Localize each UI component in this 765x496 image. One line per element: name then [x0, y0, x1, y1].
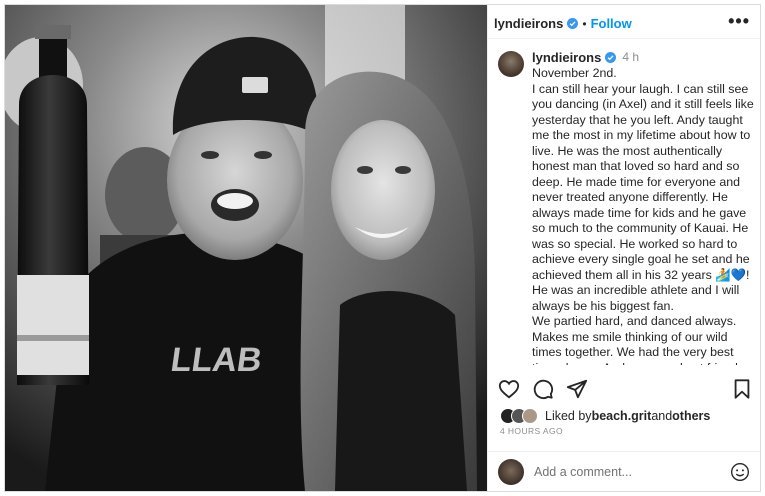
- caption-time[interactable]: 4 h: [622, 50, 639, 64]
- likes-summary: Liked by beach.grit and others: [500, 407, 710, 425]
- post-caption: lyndieirons 4 h November 2nd. I can stil…: [498, 49, 756, 365]
- caption-header: lyndieirons 4 h: [532, 49, 756, 65]
- instagram-post: LLAB lyndieirons • Follow ••• lyndieiron…: [4, 4, 761, 492]
- likes-user-link[interactable]: beach.grit: [592, 409, 652, 423]
- action-bar: [498, 375, 753, 403]
- header-username[interactable]: lyndieirons: [494, 16, 563, 31]
- caption-username[interactable]: lyndieirons: [532, 50, 601, 65]
- liker-avatars[interactable]: [500, 408, 538, 424]
- liker-avatar[interactable]: [522, 408, 538, 424]
- heart-icon[interactable]: [498, 378, 520, 400]
- likes-others-link[interactable]: others: [672, 409, 710, 423]
- verified-badge-icon: [567, 18, 579, 29]
- likes-prefix: Liked by: [545, 409, 592, 423]
- caption-text: November 2nd. I can still hear your laug…: [532, 66, 754, 365]
- post-timestamp[interactable]: 4 HOURS AGO: [500, 426, 563, 436]
- more-options-icon[interactable]: •••: [728, 12, 750, 32]
- caption-body: lyndieirons 4 h November 2nd. I can stil…: [532, 49, 756, 366]
- comment-icon[interactable]: [532, 378, 554, 400]
- shirt-text: LLAB: [168, 341, 264, 379]
- post-photo[interactable]: LLAB: [5, 5, 487, 491]
- post-header: lyndieirons • Follow •••: [488, 9, 760, 39]
- likes-and: and: [651, 409, 673, 423]
- bookmark-icon[interactable]: [731, 378, 753, 400]
- comment-input[interactable]: [534, 464, 714, 479]
- post-sidebar: lyndieirons • Follow ••• lyndieirons 4 h: [487, 5, 760, 491]
- avatar[interactable]: [498, 51, 524, 77]
- send-icon[interactable]: [566, 378, 588, 400]
- follow-button[interactable]: Follow: [591, 16, 632, 31]
- photo-scene: LLAB: [5, 5, 487, 491]
- smiley-icon[interactable]: [730, 462, 750, 482]
- verified-badge-icon: [605, 51, 617, 63]
- header-separator: •: [582, 16, 587, 31]
- comment-box: [488, 451, 760, 491]
- avatar: [498, 458, 524, 485]
